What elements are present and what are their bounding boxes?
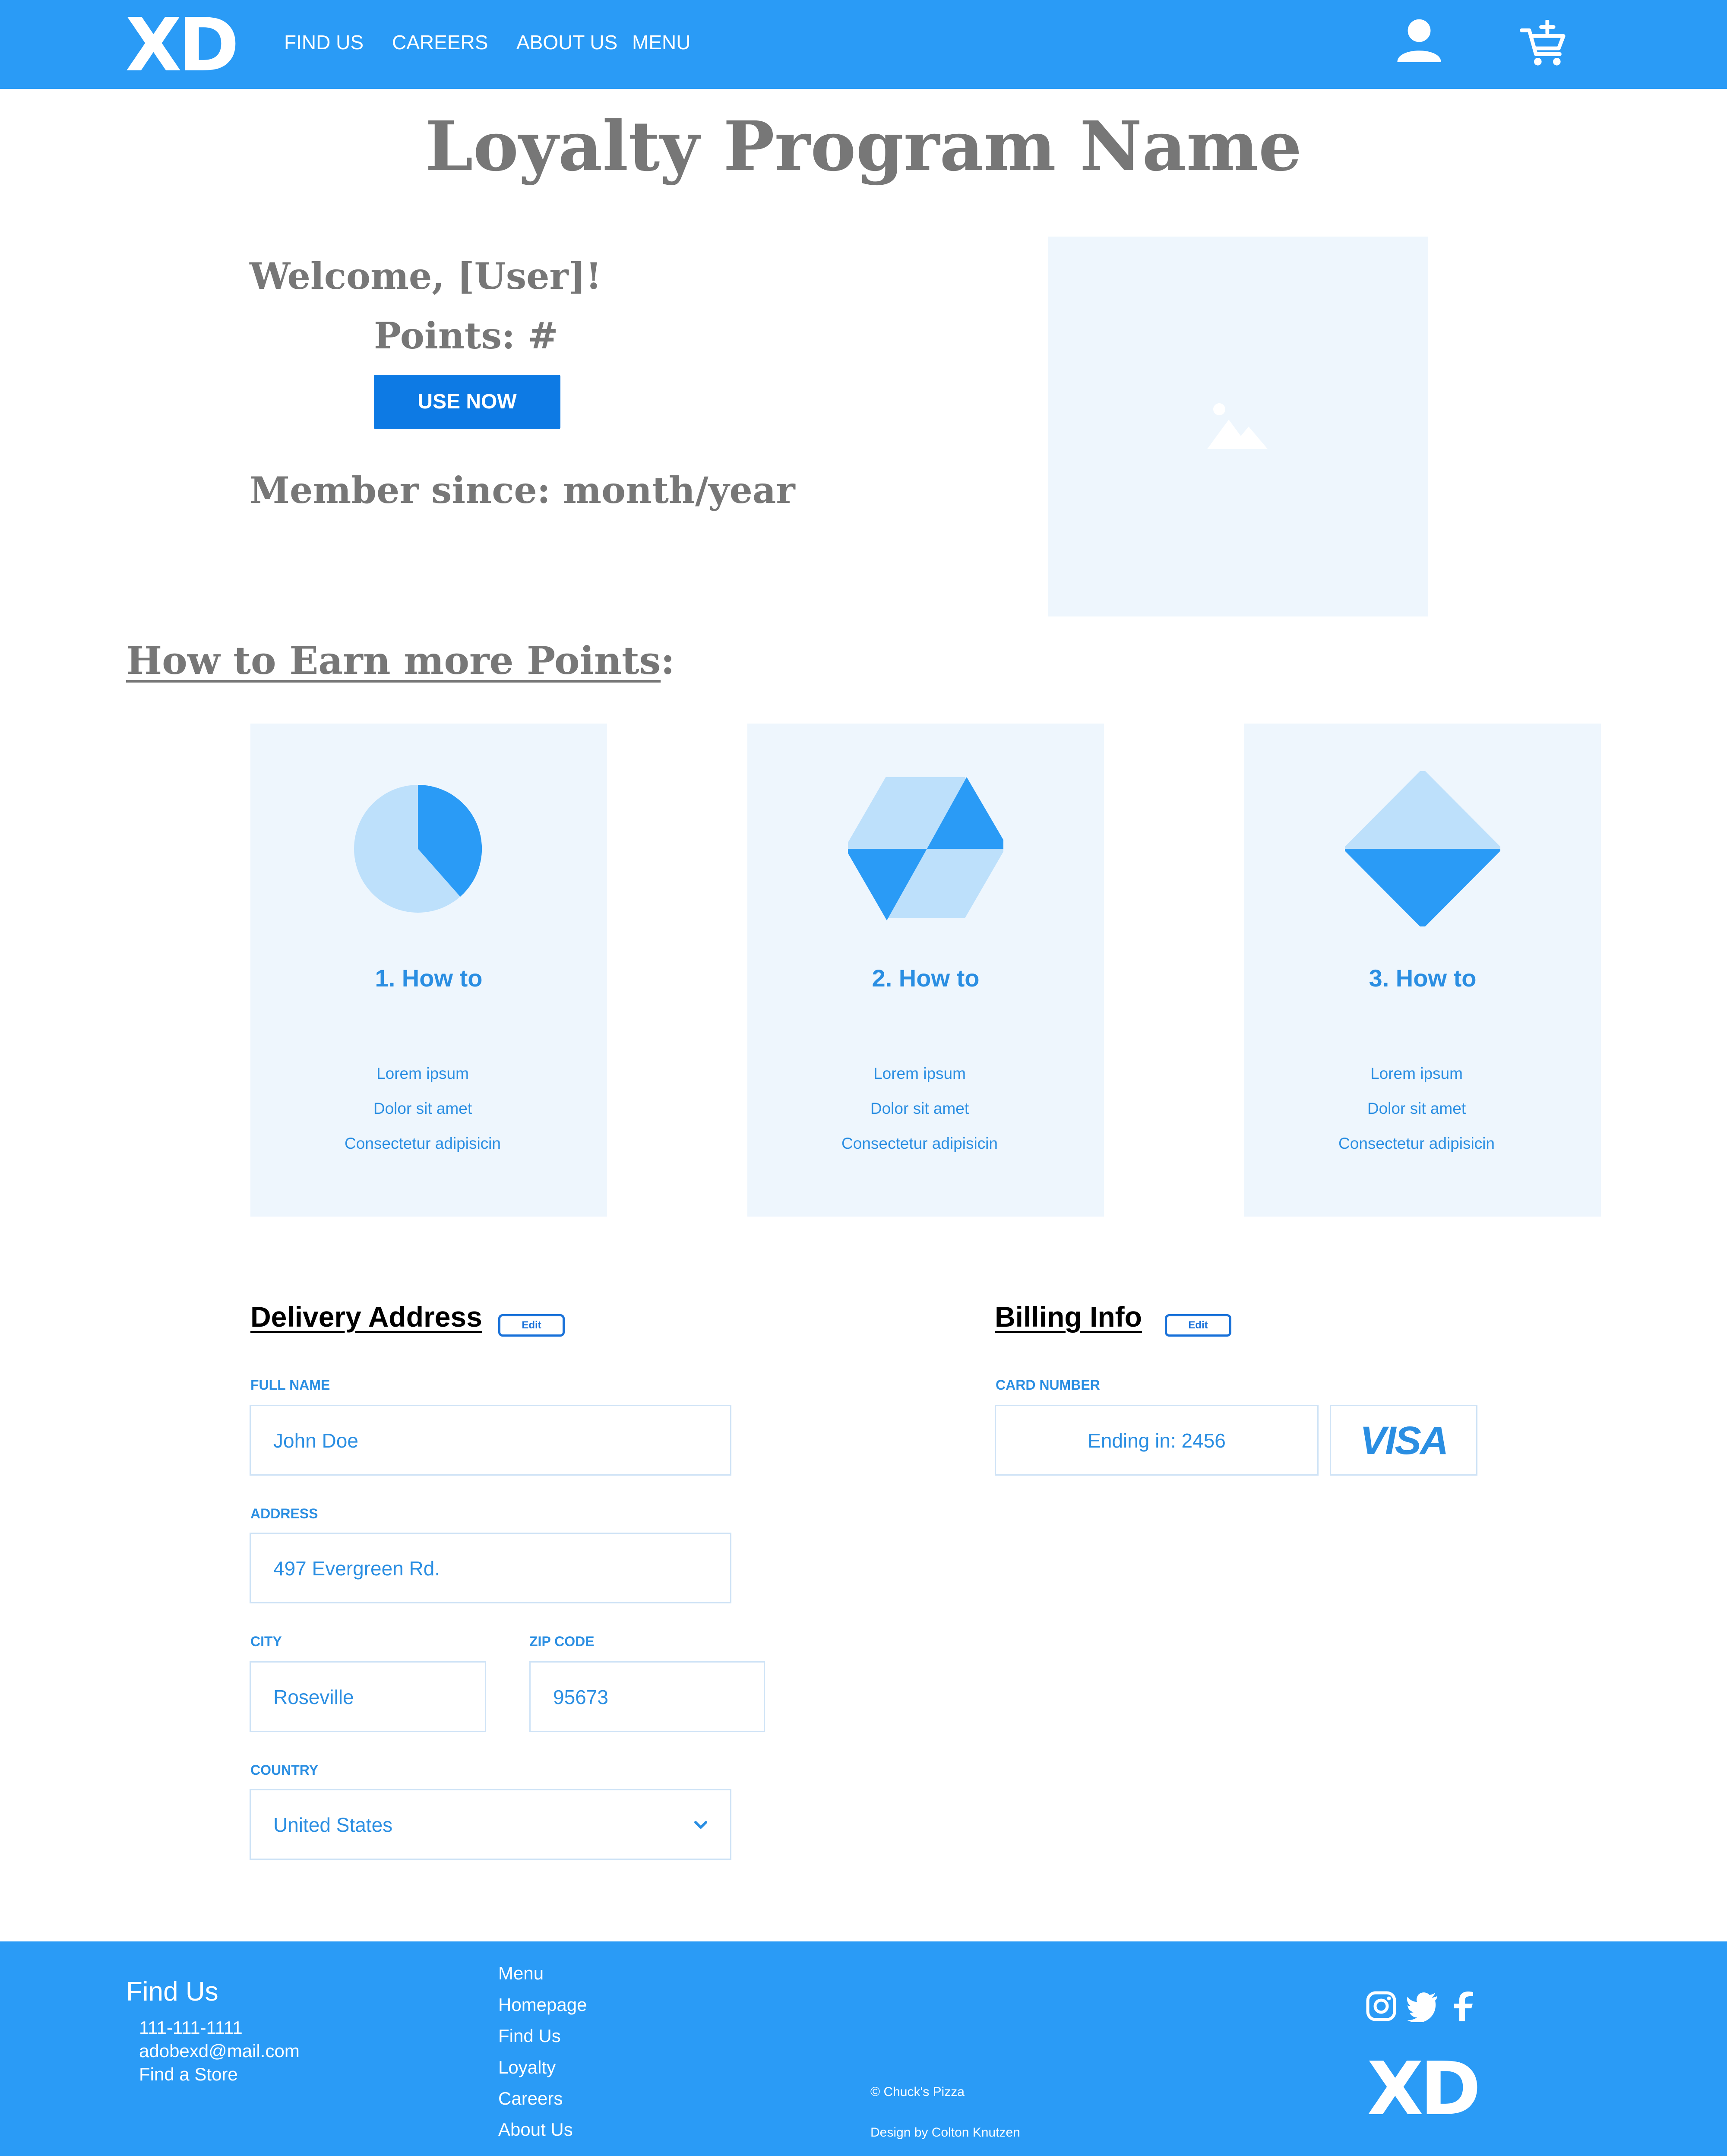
billing-info-title: Billing Info — [995, 1301, 1142, 1333]
footer-copyright: © Chuck's Pizza — [870, 2085, 965, 2099]
image-icon — [1207, 403, 1268, 449]
cart-add-icon[interactable] — [1520, 20, 1567, 67]
earn-card-2: 2. How to Lorem ipsum Dolor sit amet Con… — [747, 724, 1104, 1217]
earn-card-1: 1. How to Lorem ipsum Dolor sit amet Con… — [250, 724, 607, 1217]
use-now-button[interactable]: USE NOW — [374, 375, 560, 429]
country-select-value: United States — [273, 1814, 393, 1836]
diamond-icon — [1345, 771, 1500, 926]
address-field[interactable]: 497 Evergreen Rd. — [250, 1533, 731, 1603]
footer-phone[interactable]: 111-111-1111 — [139, 2016, 243, 2039]
footer-email[interactable]: adobexd@mail.com — [139, 2039, 300, 2063]
card-number-label: CARD NUMBER — [996, 1377, 1100, 1393]
card-number-field[interactable]: Ending in: 2456 — [995, 1405, 1319, 1476]
city-label: CITY — [250, 1634, 282, 1649]
nav-menu[interactable]: MENU — [632, 29, 690, 55]
footer-link-loyalty[interactable]: Loyalty — [498, 2056, 556, 2079]
footer-link-about-us[interactable]: About Us — [498, 2118, 573, 2141]
earn-card-line: Dolor sit amet — [373, 1100, 472, 1117]
facebook-icon[interactable] — [1446, 1990, 1478, 2022]
footer-find-store-link[interactable]: Find a Store — [139, 2063, 238, 2086]
image-placeholder — [1048, 237, 1428, 616]
footer-link-careers[interactable]: Careers — [498, 2087, 563, 2110]
visa-logo: VISA — [1360, 1419, 1449, 1463]
nav-find-us[interactable]: FIND US — [284, 29, 364, 55]
earn-card-title: 3. How to — [1369, 964, 1477, 992]
twitter-icon[interactable] — [1407, 1990, 1439, 2022]
pie-chart-icon — [354, 785, 482, 913]
footer-link-menu[interactable]: Menu — [498, 1962, 544, 1985]
earn-card-line: Consectetur adipisicin — [841, 1135, 998, 1152]
earn-points-heading: How to Earn more Points: — [126, 635, 675, 686]
user-icon[interactable] — [1395, 16, 1443, 64]
earn-points-heading-colon: : — [661, 638, 675, 683]
earn-card-lines: Lorem ipsum Dolor sit amet Consectetur a… — [1244, 1056, 1601, 1161]
nav-about-us[interactable]: ABOUT US — [516, 29, 617, 55]
top-nav-bar — [0, 0, 1727, 89]
earn-card-line: Lorem ipsum — [376, 1065, 469, 1082]
chevron-down-icon — [694, 1821, 707, 1829]
hexagon-icon — [848, 777, 1003, 920]
billing-edit-button[interactable]: Edit — [1165, 1314, 1231, 1337]
full-name-label: FULL NAME — [250, 1377, 330, 1393]
earn-card-line: Lorem ipsum — [1370, 1065, 1463, 1082]
earn-card-lines: Lorem ipsum Dolor sit amet Consectetur a… — [250, 1056, 607, 1161]
full-name-field[interactable]: John Doe — [250, 1405, 731, 1476]
welcome-text: Welcome, [User]! — [250, 255, 602, 297]
delivery-address-title: Delivery Address — [250, 1301, 482, 1333]
footer-link-homepage[interactable]: Homepage — [498, 1993, 587, 2017]
earn-card-line: Lorem ipsum — [873, 1065, 966, 1082]
earn-points-heading-text: How to Earn more Points — [126, 638, 661, 683]
footer-link-find-us[interactable]: Find Us — [498, 2024, 561, 2048]
earn-card-3: 3. How to Lorem ipsum Dolor sit amet Con… — [1244, 724, 1601, 1217]
earn-card-title: 1. How to — [375, 964, 483, 992]
earn-card-title: 2. How to — [872, 964, 980, 992]
country-label: COUNTRY — [250, 1762, 319, 1778]
address-label: ADDRESS — [250, 1506, 318, 1521]
xd-logo[interactable]: XD — [125, 4, 239, 86]
member-since-text: Member since: month/year — [250, 469, 795, 512]
footer-xd-logo[interactable]: XD — [1367, 2048, 1481, 2130]
delivery-edit-button[interactable]: Edit — [498, 1314, 565, 1337]
footer-find-us-title: Find Us — [126, 1977, 218, 2007]
points-text: Points: # — [374, 314, 558, 357]
visa-card-badge: VISA — [1330, 1405, 1477, 1476]
city-field[interactable]: Roseville — [250, 1661, 486, 1732]
page-title: Loyalty Program Name — [425, 107, 1302, 187]
earn-card-lines: Lorem ipsum Dolor sit amet Consectetur a… — [747, 1056, 1104, 1161]
zip-code-field[interactable]: 95673 — [529, 1661, 765, 1732]
earn-card-line: Dolor sit amet — [870, 1100, 969, 1117]
nav-careers[interactable]: CAREERS — [392, 29, 488, 55]
country-select[interactable]: United States — [250, 1789, 731, 1860]
earn-card-line: Consectetur adipisicin — [1338, 1135, 1495, 1152]
earn-card-line: Dolor sit amet — [1367, 1100, 1466, 1117]
footer-credit: Design by Colton Knutzen — [870, 2125, 1020, 2140]
instagram-icon[interactable] — [1365, 1990, 1397, 2022]
earn-card-line: Consectetur adipisicin — [345, 1135, 501, 1152]
zip-code-label: ZIP CODE — [529, 1634, 595, 1649]
